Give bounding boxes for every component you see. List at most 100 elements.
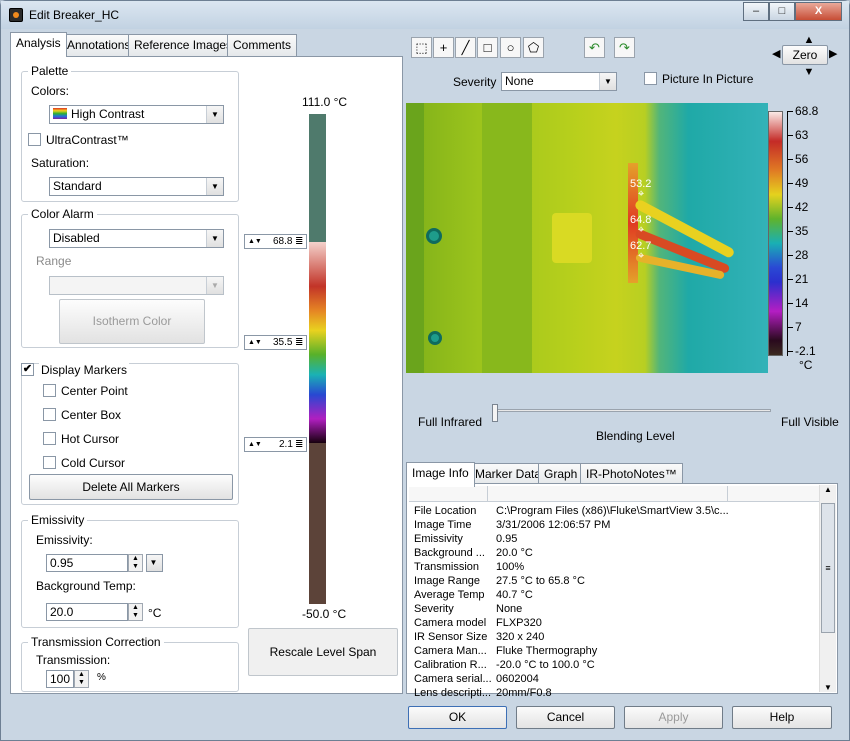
pan-left-icon[interactable]: ◀ [772, 47, 780, 60]
polygon-tool-icon[interactable]: ⬠ [523, 37, 544, 58]
info-key: Camera serial... [414, 673, 492, 685]
delete-all-markers-button[interactable]: Delete All Markers [29, 474, 233, 500]
breaker-hotspot [552, 213, 592, 263]
spin-arrows-icon: ▲▼ [248, 441, 262, 448]
saturation-label: Saturation: [31, 156, 90, 170]
center-box-checkbox[interactable] [43, 408, 56, 421]
info-value: -20.0 °C to 100.0 °C [496, 659, 595, 671]
transmission-group-title: Transmission Correction [28, 635, 164, 649]
level-mid-value: 35.5 [273, 337, 293, 348]
close-button[interactable]: X [795, 2, 842, 21]
info-key: File Location [414, 505, 477, 517]
display-markers-checkbox[interactable]: ✔ [21, 363, 34, 376]
apply-button[interactable]: Apply [624, 706, 723, 729]
emissivity-dropdown[interactable]: ▼ [146, 554, 163, 572]
info-header [409, 486, 819, 502]
colors-value: High Contrast [71, 107, 145, 121]
rescale-level-span-button[interactable]: Rescale Level Span [248, 628, 398, 676]
zero-button[interactable]: Zero [782, 45, 828, 65]
info-value: Fluke Thermography [496, 645, 598, 657]
info-key: Transmission [414, 561, 479, 573]
rotate-left-icon[interactable]: ↶ [584, 37, 605, 58]
info-value: None [496, 603, 523, 615]
ultracontrast-checkbox[interactable] [28, 133, 41, 146]
app-icon [9, 8, 23, 22]
scroll-up-icon[interactable]: ▲ [820, 485, 836, 494]
ellipse-tool-icon[interactable]: ○ [500, 37, 521, 58]
level-span-scale[interactable] [309, 114, 326, 604]
info-key: Average Temp [414, 589, 485, 601]
thermal-scale-tick [788, 231, 793, 232]
ok-button[interactable]: OK [408, 706, 507, 729]
info-value: 27.5 °C to 65.8 °C [496, 575, 585, 587]
scale-above-band [309, 114, 326, 242]
chevron-down-icon: ▼ [599, 73, 616, 90]
hot-cursor-checkbox[interactable] [43, 432, 56, 445]
emissivity-spinner[interactable]: ▲ ▼ [128, 554, 143, 572]
ultracontrast-label: UltraContrast™ [46, 133, 129, 147]
cold-cursor-checkbox[interactable] [43, 456, 56, 469]
help-button[interactable]: Help [732, 706, 832, 729]
tab-annotations[interactable]: Annotations [61, 34, 137, 57]
emissivity-input[interactable]: 0.95 [46, 554, 128, 572]
colors-select[interactable]: High Contrast ▼ [49, 105, 224, 124]
scroll-down-icon[interactable]: ▼ [820, 683, 836, 692]
chevron-down-icon: ▼ [206, 230, 223, 247]
info-key: Image Range [414, 575, 481, 587]
range-select[interactable]: ▼ [49, 276, 224, 295]
thermal-scale-tick [788, 327, 793, 328]
thermal-scale-tick [788, 183, 793, 184]
crosshair-tool-icon[interactable]: + [433, 37, 454, 58]
transmission-input[interactable]: 100 [46, 670, 74, 688]
tab-reference-images[interactable]: Reference Images [128, 34, 239, 57]
handle-grip-icon: ≣ [295, 439, 304, 450]
transmission-spinner[interactable]: ▲ ▼ [74, 670, 89, 688]
thermal-unit-label: °C [799, 358, 813, 372]
scroll-thumb[interactable]: ≡ [821, 503, 835, 633]
blending-slider-track[interactable] [495, 409, 771, 412]
line-tool-icon[interactable]: ╱ [455, 37, 476, 58]
pan-right-icon[interactable]: ▶ [829, 47, 837, 60]
background-temp-spinner[interactable]: ▲ ▼ [128, 603, 143, 621]
level-low-value: 2.1 [279, 439, 293, 450]
tab-comments[interactable]: Comments [227, 34, 298, 57]
level-low-marker[interactable]: ▲▼ 2.1 ≣ [244, 437, 307, 452]
cancel-button[interactable]: Cancel [516, 706, 615, 729]
blending-slider-thumb[interactable] [492, 404, 498, 422]
tab-analysis[interactable]: Analysis [10, 32, 67, 57]
background-temp-input[interactable]: 20.0 [46, 603, 128, 621]
info-value: 100% [496, 561, 525, 573]
thermal-image[interactable]: 53.2 ⌖ 64.8 ⌖ 62.7 ⌖ [406, 103, 768, 373]
info-key: Camera model [414, 617, 487, 629]
busbar-left [482, 103, 532, 373]
pan-down-icon[interactable]: ▼ [794, 66, 824, 78]
select-tool-icon[interactable]: ⬚ [411, 37, 432, 58]
level-high-marker[interactable]: ▲▼ 68.8 ≣ [244, 234, 307, 249]
handle-grip-icon: ≣ [295, 236, 304, 247]
thermal-scale-axis [787, 111, 793, 356]
minimize-button[interactable]: – [743, 2, 769, 21]
level-mid-marker[interactable]: ▲▼ 35.5 ≣ [244, 335, 307, 350]
color-alarm-value: Disabled [53, 231, 100, 245]
color-alarm-select[interactable]: Disabled ▼ [49, 229, 224, 248]
severity-value: None [505, 74, 534, 88]
color-alarm-title: Color Alarm [28, 207, 97, 221]
level-high-value: 68.8 [273, 236, 293, 247]
thermal-scale-label: 14 [795, 296, 809, 310]
hot-cursor-label: Hot Cursor [61, 432, 120, 446]
isotherm-color-button[interactable]: Isotherm Color [59, 299, 205, 344]
picture-in-picture-checkbox[interactable] [644, 72, 657, 85]
screw-hole [428, 331, 442, 345]
rotate-right-icon[interactable]: ↷ [614, 37, 635, 58]
thermal-color-bar [768, 111, 783, 356]
rectangle-tool-icon[interactable]: □ [477, 37, 498, 58]
maximize-button[interactable]: □ [769, 2, 795, 21]
colors-label: Colors: [31, 84, 70, 98]
severity-select[interactable]: None ▼ [501, 72, 617, 91]
tab-image-info[interactable]: Image Info [406, 462, 475, 487]
crosshair-icon: ⌖ [638, 250, 645, 262]
center-point-checkbox[interactable] [43, 384, 56, 397]
saturation-select[interactable]: Standard ▼ [49, 177, 224, 196]
info-key: Camera Man... [414, 645, 487, 657]
info-scrollbar[interactable]: ▲ ≡ ▼ [819, 485, 836, 692]
